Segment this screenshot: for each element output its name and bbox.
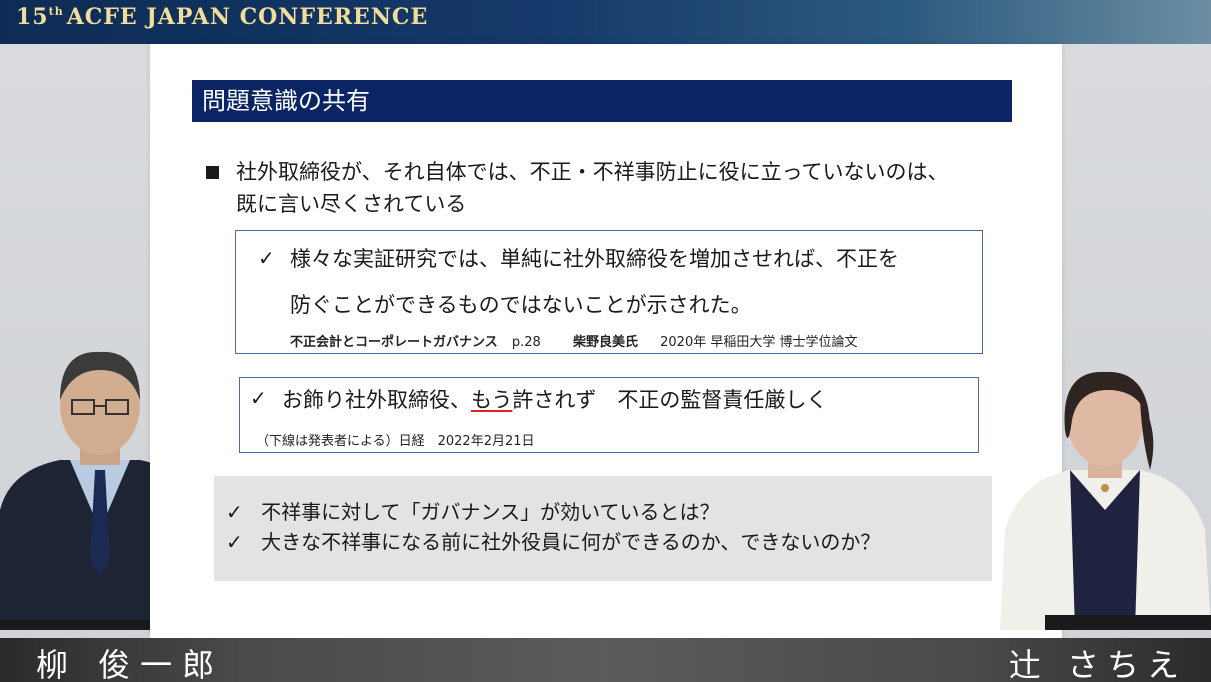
checkmark-icon: ✓ — [226, 500, 243, 524]
news-quote-box: ✓ お飾り社外取締役、もう許されず 不正の監督責任厳しく （下線は発表者による）… — [239, 377, 979, 453]
news-citation: （下線は発表者による）日経 2022年2月21日 — [256, 434, 535, 449]
checkmark-icon: ✓ — [250, 386, 267, 410]
citation-author: 柴野良美氏 — [572, 335, 638, 350]
conference-ordinal: 15 — [16, 4, 49, 30]
speaker-right-video — [1000, 371, 1211, 630]
news-headline-before: お飾り社外取締役、 — [282, 388, 471, 412]
conference-name: ACFE JAPAN CONFERENCE — [66, 4, 429, 30]
news-headline: お飾り社外取締役、もう許されず 不正の監督責任厳しく — [282, 384, 827, 414]
research-quote-line-2: 防ぐことができるものではないことが示された。 — [290, 293, 752, 317]
research-quote-line-1: 様々な実証研究では、単純に社外取締役を増加させれば、不正を — [290, 247, 899, 271]
square-bullet-icon — [206, 166, 219, 179]
research-citation: 不正会計とコーポレートガバナンス p.28 柴野良美氏 2020年 早稲田大学 … — [290, 331, 857, 350]
citation-title: 不正会計とコーポレートガバナンス — [290, 335, 498, 350]
speaker-right-name: 辻 さちえ — [1008, 646, 1187, 682]
news-headline-underlined: もう — [471, 388, 513, 412]
main-bullet-line-1: 社外取締役が、それ自体では、不正・不祥事防止に役に立っていないのは、 — [236, 160, 949, 184]
conference-ordinal-suffix: th — [48, 5, 64, 18]
speaker-name-bar: 柳 俊一郎 辻 さちえ — [0, 638, 1211, 682]
speaker-left-name: 柳 俊一郎 — [36, 646, 225, 682]
slide-title: 問題意識の共有 — [192, 80, 1012, 122]
news-headline-after: 許されず 不正の監督責任厳しく — [512, 388, 828, 412]
question-item: ✓ 不祥事に対して「ガバナンス」が効いているとは？ — [226, 496, 720, 525]
citation-detail: 2020年 早稲田大学 博士学位論文 — [660, 335, 858, 350]
video-frame: 15th ACFE JAPAN CONFERENCE 問題意識の共有 社外取締役が… — [0, 0, 1211, 682]
checkmark-icon: ✓ — [258, 246, 275, 270]
checkmark-icon: ✓ — [226, 530, 243, 554]
research-quote-box: ✓ 様々な実証研究では、単純に社外取締役を増加させれば、不正を 防ぐことができる… — [235, 230, 983, 354]
question-text: 不祥事に対して「ガバナンス」が効いているとは？ — [261, 500, 720, 524]
main-bullet-text: 社外取締役が、それ自体では、不正・不祥事防止に役に立っていないのは、 既に言い尽… — [236, 156, 1006, 220]
conference-banner: 15th ACFE JAPAN CONFERENCE — [0, 0, 1211, 44]
presentation-slide: 問題意識の共有 社外取締役が、それ自体では、不正・不祥事防止に役に立っていないの… — [150, 44, 1062, 638]
questions-box: ✓ 不祥事に対して「ガバナンス」が効いているとは？ ✓ 大きな不祥事になる前に社… — [214, 476, 992, 581]
question-text: 大きな不祥事になる前に社外役員に何ができるのか、できないのか？ — [261, 530, 881, 554]
citation-page: p.28 — [511, 335, 541, 350]
question-item: ✓ 大きな不祥事になる前に社外役員に何ができるのか、できないのか？ — [226, 526, 880, 555]
main-bullet-line-2: 既に言い尽くされている — [236, 192, 467, 216]
conference-title: 15th ACFE JAPAN CONFERENCE — [16, 4, 428, 30]
